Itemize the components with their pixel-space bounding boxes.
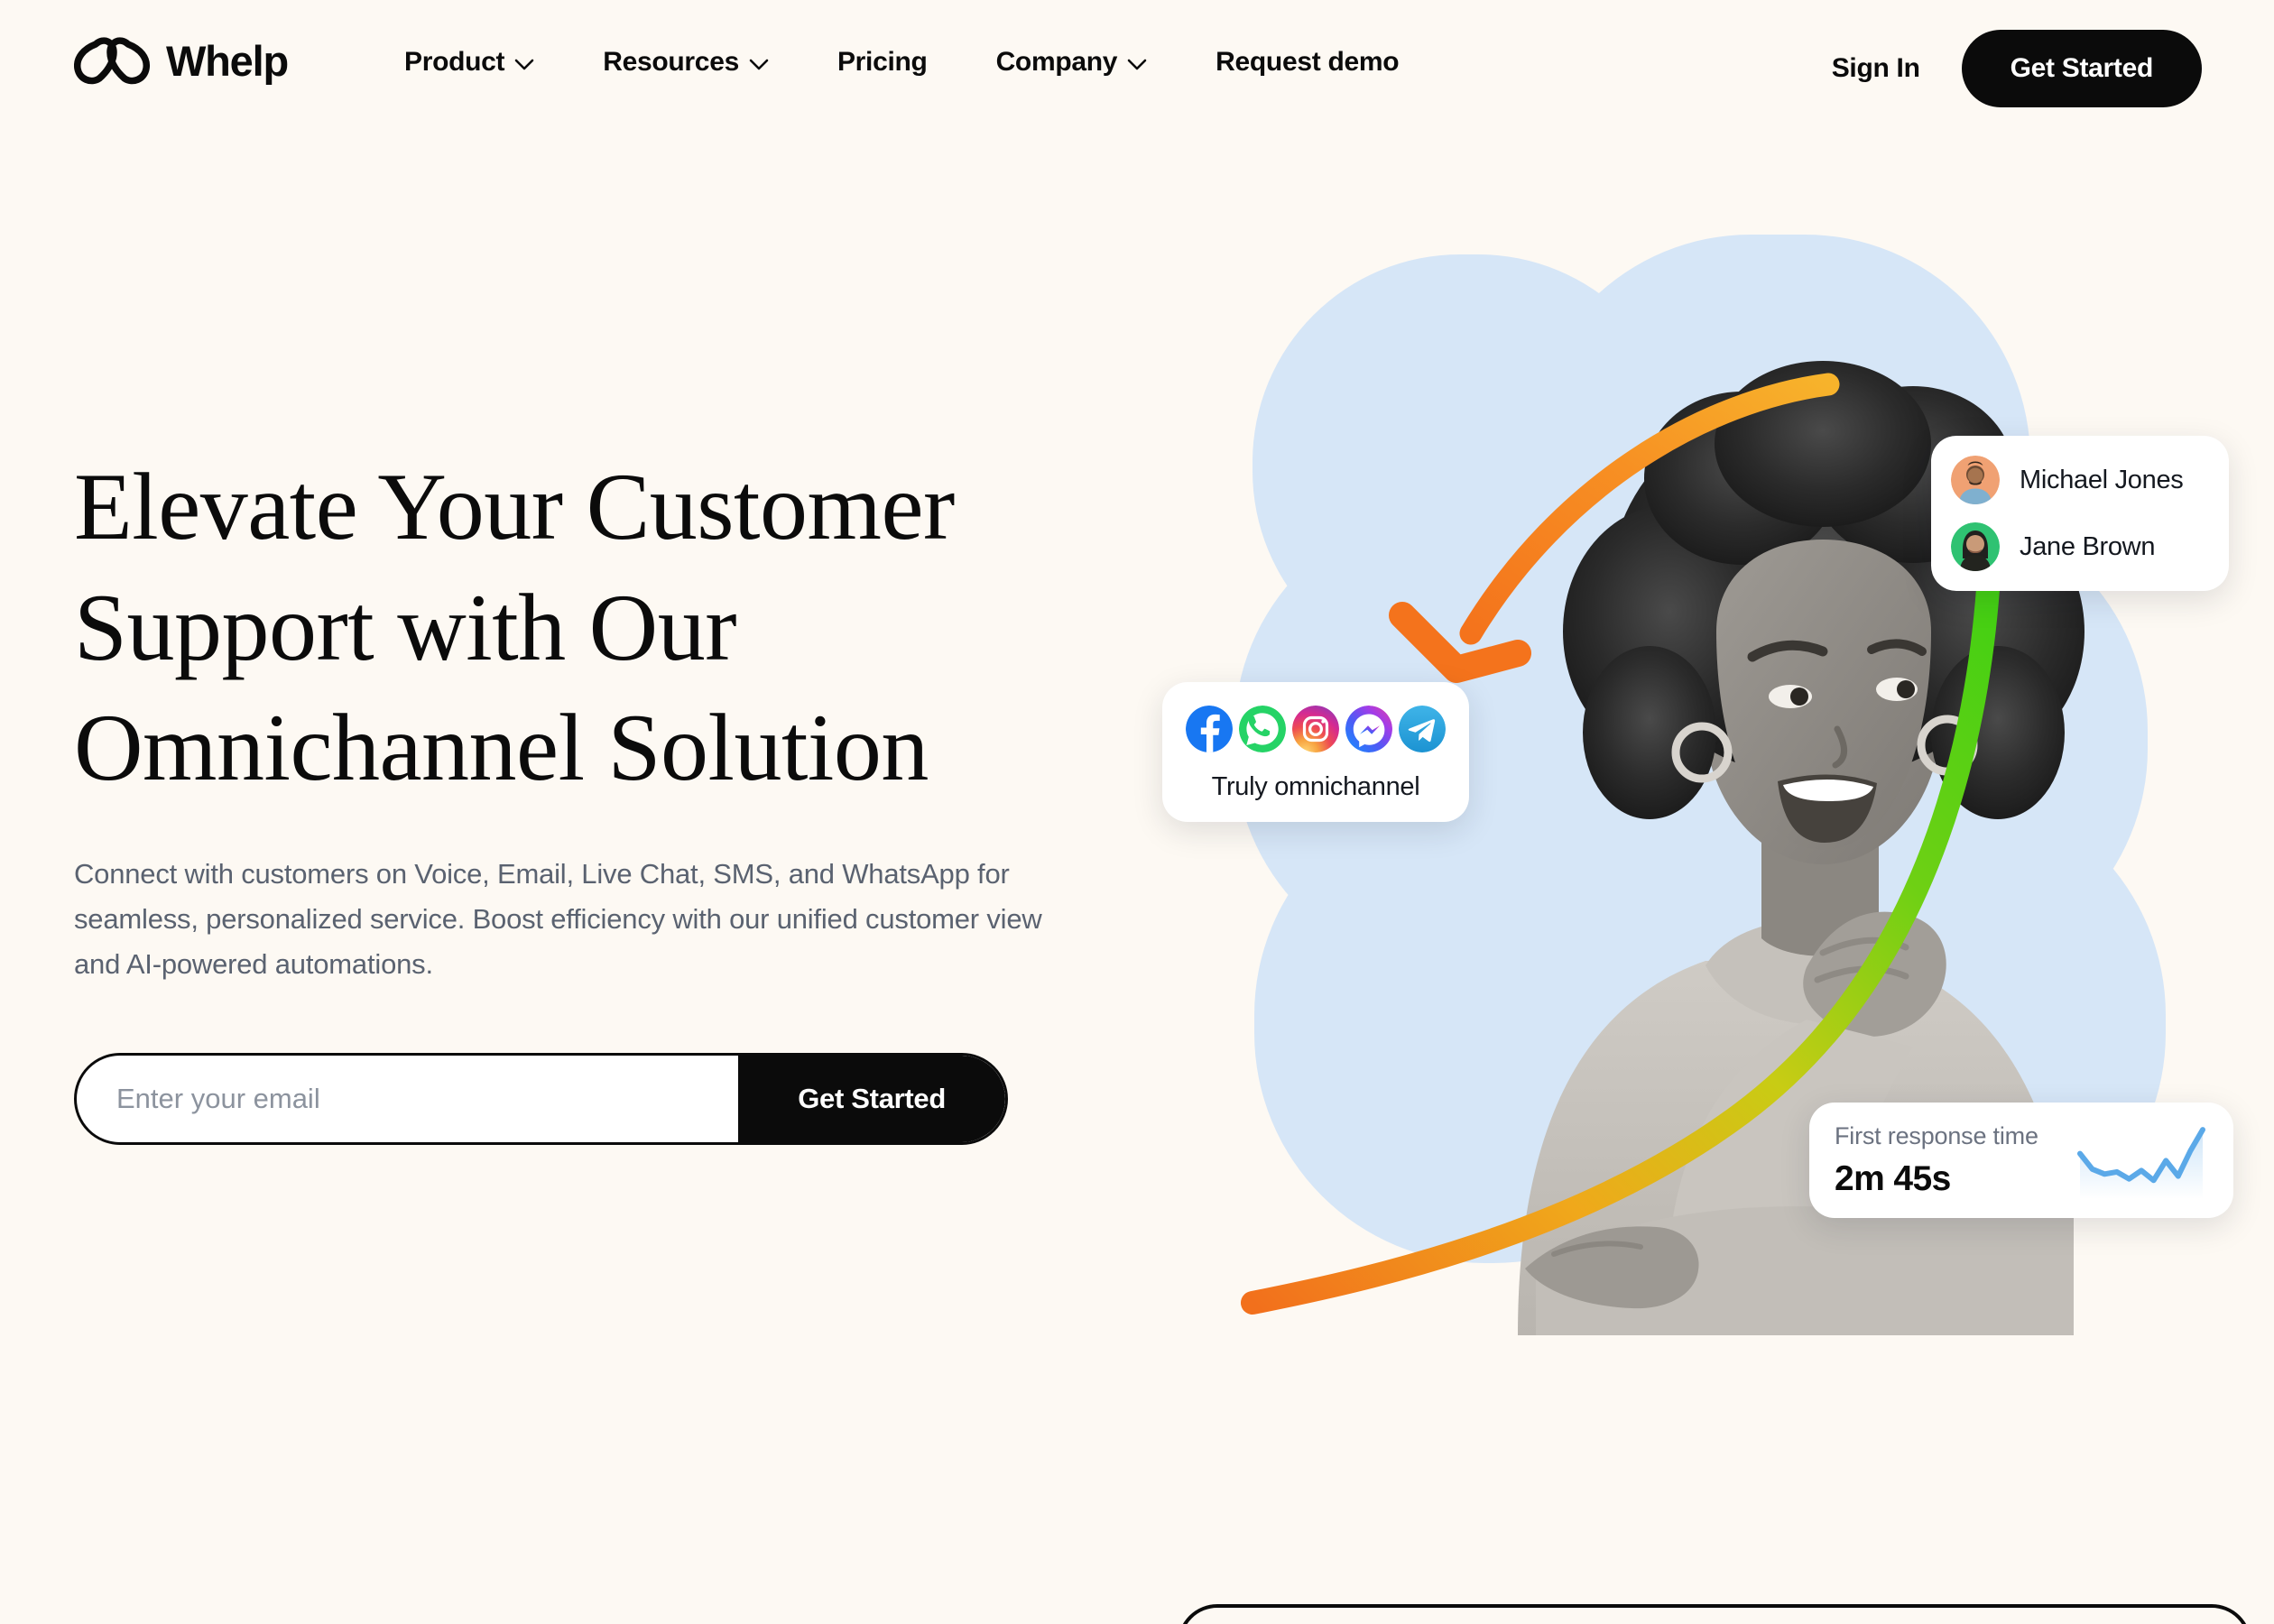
nav-item-label: Company [995, 47, 1118, 77]
telegram-icon[interactable] [1399, 706, 1446, 752]
nav-item-label: Resources [603, 47, 739, 77]
hero-copy: Elevate Your Customer Support with Our O… [74, 447, 1085, 1146]
metric-text: First response time 2m 45s [1835, 1121, 2038, 1198]
header-actions: Sign In Get Started [1832, 30, 2202, 107]
site-header: Whelp Product Resources Pricing Company [0, 0, 2274, 144]
hero-title-line-3: Omnichannel Solution [74, 695, 929, 801]
whatsapp-icon[interactable] [1239, 706, 1286, 752]
get-started-button[interactable]: Get Started [1961, 30, 2202, 107]
nav-item-label: Request demo [1216, 47, 1400, 77]
next-section-peek [1178, 1604, 2251, 1624]
nav-item-resources[interactable]: Resources [568, 47, 803, 78]
page-title: Elevate Your Customer Support with Our O… [74, 447, 1049, 808]
chevron-down-icon [1127, 59, 1147, 69]
instagram-icon[interactable] [1292, 706, 1339, 752]
primary-nav: Product Resources Pricing Company Reques… [404, 47, 1433, 78]
facebook-icon[interactable] [1186, 706, 1233, 752]
first-response-time-card: First response time 2m 45s [1809, 1103, 2233, 1218]
signup-get-started-button[interactable]: Get Started [738, 1056, 1005, 1143]
contacts-card: Michael Jones Jane Brown [1931, 436, 2229, 591]
contact-name: Michael Jones [2020, 465, 2184, 494]
nav-item-label: Pricing [837, 47, 928, 77]
hero-title-line-2: Support with Our [74, 574, 737, 680]
email-field[interactable] [77, 1056, 739, 1143]
hero-title-line-1: Elevate Your Customer [74, 454, 955, 559]
avatar-michael-icon [1951, 456, 2000, 504]
contact-name: Jane Brown [2020, 531, 2156, 561]
contact-row[interactable]: Jane Brown [1951, 522, 2205, 571]
chevron-down-icon [514, 59, 534, 69]
response-time-sparkline-chart [2077, 1127, 2205, 1199]
metric-label: First response time [1835, 1122, 2038, 1150]
whelp-loops-logo-icon [74, 37, 150, 85]
omnichannel-label: Truly omnichannel [1211, 772, 1420, 801]
nav-item-label: Product [404, 47, 505, 77]
messenger-icon[interactable] [1345, 706, 1392, 752]
omnichannel-card: Truly omnichannel [1162, 682, 1469, 822]
brand-logo[interactable]: Whelp [74, 36, 289, 85]
nav-item-product[interactable]: Product [404, 47, 568, 78]
metric-value: 2m 45s [1835, 1158, 1951, 1198]
nav-item-company[interactable]: Company [962, 47, 1182, 78]
avatar-jane-icon [1951, 522, 2000, 571]
sign-in-link[interactable]: Sign In [1832, 53, 1920, 84]
nav-item-request-demo[interactable]: Request demo [1181, 47, 1433, 78]
chevron-down-icon [749, 59, 769, 69]
nav-item-pricing[interactable]: Pricing [803, 47, 962, 78]
landing-page: Whelp Product Resources Pricing Company [0, 0, 2274, 1624]
brand-name: Whelp [166, 36, 289, 85]
contact-row[interactable]: Michael Jones [1951, 456, 2205, 504]
social-icons-row [1182, 706, 1449, 752]
hero-subtitle: Connect with customers on Voice, Email, … [74, 857, 1042, 981]
email-signup-form: Get Started [74, 1053, 1008, 1146]
